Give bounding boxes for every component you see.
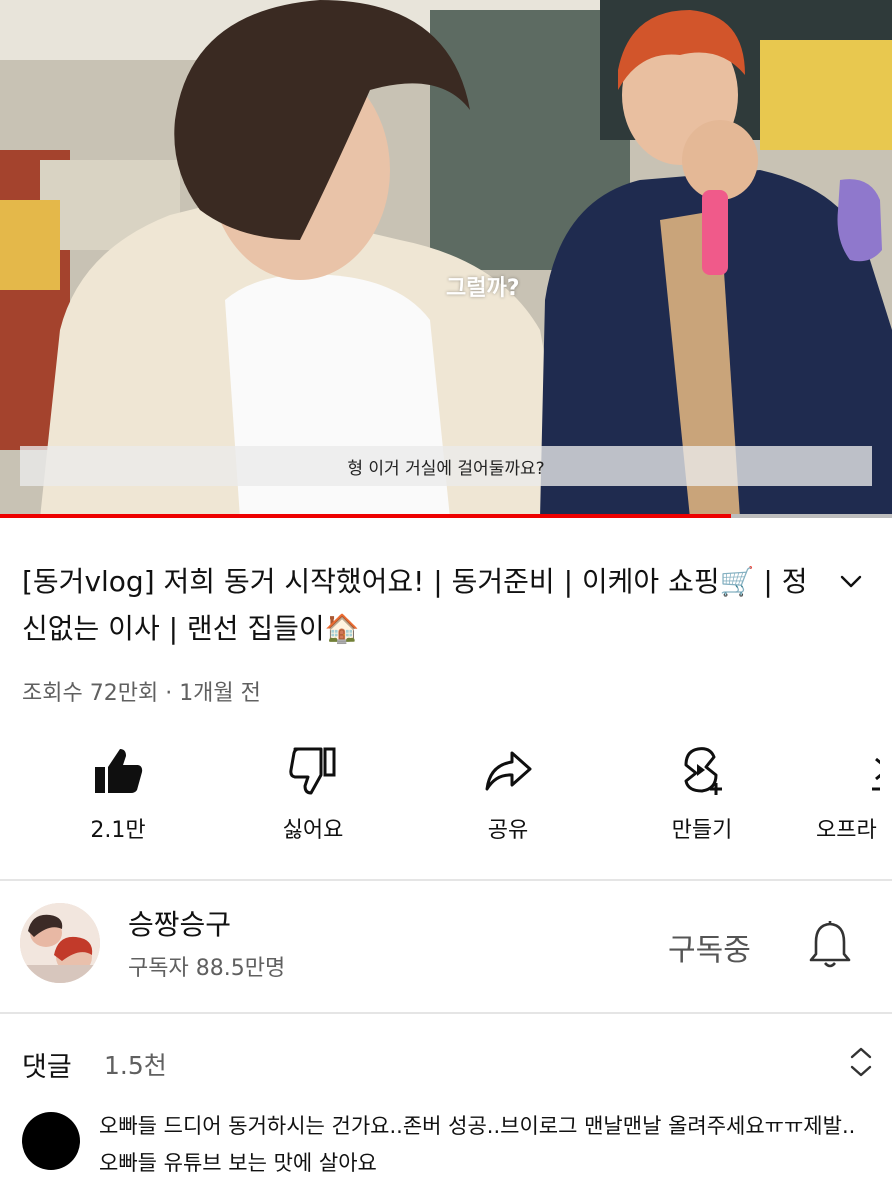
avatar-photo <box>20 903 100 983</box>
divider <box>0 879 892 881</box>
download-button[interactable]: 오프라 <box>794 740 892 844</box>
comments-label[interactable]: 댓글 <box>22 1045 72 1084</box>
bell-icon[interactable] <box>806 918 854 970</box>
dislike-button[interactable]: 싫어요 <box>253 740 373 844</box>
dislike-label: 싫어요 <box>282 818 344 843</box>
create-icon <box>684 747 722 795</box>
video-player[interactable]: 그럴까? 형 이거 거실에 걸어둘까요? <box>0 0 892 518</box>
video-title: [동거vlog] 저희 동거 시작했어요! | 동거준비 | 이케아 쇼핑🛒 |… <box>22 565 808 645</box>
channel-avatar[interactable] <box>20 903 100 983</box>
subtitle-bar: 형 이거 거실에 걸어둘까요? <box>20 446 872 486</box>
top-comment-text: 오빠들 드디어 동거하시는 건가요..존버 성공..브이로그 맨날맨날 올려주세… <box>99 1114 856 1175</box>
view-count: 조회수 72만회 <box>22 681 159 706</box>
meta-separator: · <box>158 681 180 706</box>
upload-age: 1개월 전 <box>179 681 261 706</box>
video-progress-bar[interactable] <box>0 514 892 518</box>
divider <box>0 1012 892 1014</box>
subscribed-button[interactable]: 구독중 <box>668 925 751 969</box>
share-icon <box>485 751 532 791</box>
subscriber-count: 구독자 88.5만명 <box>128 956 286 981</box>
share-label: 공유 <box>487 818 529 843</box>
create-label: 만들기 <box>671 818 733 843</box>
video-meta: 조회수 72만회 · 1개월 전 <box>22 675 261 707</box>
like-count: 2.1만 <box>90 818 146 843</box>
video-overlay-text: 그럴까? <box>446 276 520 301</box>
video-progress-fill <box>0 514 732 518</box>
comments-count: 1.5천 <box>104 1051 167 1080</box>
thumbs-down-icon <box>289 747 336 795</box>
commenter-avatar[interactable] <box>22 1112 80 1170</box>
download-label: 오프라 <box>816 818 877 843</box>
action-bar: 2.1만 싫어요 공유 만들기 오프라 <box>0 740 892 850</box>
channel-name[interactable]: 승짱승구 <box>128 903 231 943</box>
video-frame <box>0 0 892 518</box>
chevron-down-icon[interactable] <box>836 566 866 596</box>
create-button[interactable]: 만들기 <box>642 740 762 844</box>
subtitle-text: 형 이거 거실에 걸어둘까요? <box>347 458 545 479</box>
thumbs-up-icon <box>95 749 143 793</box>
like-button[interactable]: 2.1만 <box>58 740 178 844</box>
expand-collapse-icon[interactable] <box>846 1044 876 1080</box>
download-icon <box>872 757 880 791</box>
share-button[interactable]: 공유 <box>448 740 568 844</box>
